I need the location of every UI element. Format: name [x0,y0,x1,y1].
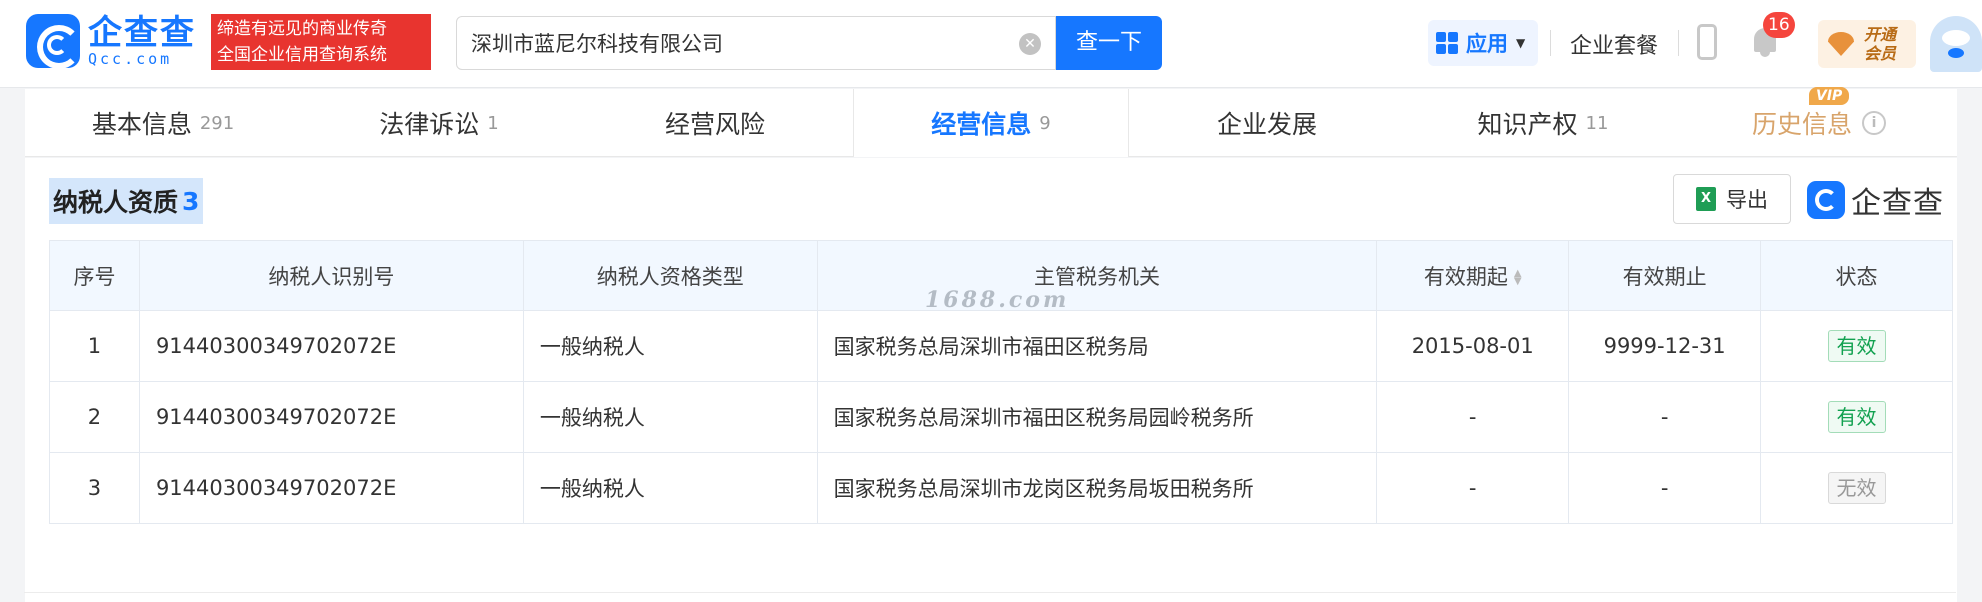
col-header-valid-from[interactable]: 有效期起 ▲ ▼ [1376,240,1570,311]
qcc-logo-icon [1807,181,1845,219]
header-divider [1550,30,1551,56]
col-header-qualification: 纳税人资格类型 [522,240,818,311]
open-vip-button[interactable]: 开通 会员 [1818,20,1916,68]
slogan-banner: 缔造有远见的商业传奇 全国企业信用查询系统 [211,14,431,70]
table-row: 2 91440300349702072E 一般纳税人 国家税务总局深圳市福田区税… [49,381,1953,453]
search-input[interactable] [457,17,997,69]
export-button[interactable]: X 导出 [1673,174,1791,224]
col-header-tax-authority: 主管税务机关 [816,240,1378,311]
enterprise-package-link[interactable]: 企业套餐 [1570,28,1658,60]
logo-name-cn: 企查查 [88,13,196,53]
excel-icon: X [1696,187,1716,211]
tab-basic-info[interactable]: 基本信息 291 [25,89,301,157]
qcc-logo[interactable]: 企查查 Qcc.com [26,13,196,69]
taxpayer-table: 序号 纳税人识别号 纳税人资格类型 主管税务机关 有效期起 ▲ ▼ 有效期止 状态 … [49,240,1953,524]
table-row: 1 91440300349702072E 一般纳税人 国家税务总局深圳市福田区税… [49,310,1953,382]
apps-menu-button[interactable]: 应用 ▼ [1428,20,1538,66]
user-avatar[interactable] [1930,16,1982,72]
section-count: 3 [182,186,200,216]
search-box: ✕ [456,16,1056,70]
vip-heart-icon [1828,32,1854,56]
status-badge: 有效 [1827,401,1886,433]
qcc-brand-mark: 企查查 [1807,178,1944,222]
vip-line-1: 开通 [1864,25,1897,44]
caret-down-icon: ▼ [1516,36,1526,50]
tab-ip[interactable]: 知识产权 11 [1405,89,1681,157]
col-header-status: 状态 [1760,240,1953,311]
watermark-text: 1688.com [925,287,1070,313]
tab-development[interactable]: 企业发展 [1129,89,1405,157]
sort-icon[interactable]: ▲ ▼ [1514,268,1522,286]
logo-name-en: Qcc.com [88,50,173,68]
table-row: 3 91440300349702072E 一般纳税人 国家税务总局深圳市龙岗区税… [49,452,1953,524]
col-header-index: 序号 [49,240,140,311]
info-tabs: 基本信息 291 法律诉讼 1 经营风险 经营信息 9 企业发展 知识产权 11 历史信… [25,87,1957,157]
slogan-line-1: 缔造有远见的商业传奇 [217,19,387,39]
clear-icon[interactable]: ✕ [1019,33,1041,55]
status-badge: 无效 [1827,472,1886,504]
vip-tag: VIP [1809,87,1850,105]
taxpayer-panel: 纳税人资质 3 X 导出 企查查 序号 纳税人识别号 纳税人资格类型 主管税务机关… [25,158,1957,602]
tab-operation-info[interactable]: 经营信息 9 [853,89,1129,157]
vip-line-2: 会员 [1864,44,1897,63]
apps-grid-icon [1436,32,1458,54]
tab-risk[interactable]: 经营风险 [577,89,853,157]
tab-history[interactable]: 历史信息 i VIP [1681,87,1957,157]
bottom-divider [24,592,1956,593]
header-divider [1678,30,1679,56]
section-title: 纳税人资质 3 [49,178,204,224]
col-header-valid-to: 有效期止 [1568,240,1762,311]
info-icon[interactable]: i [1862,111,1886,135]
slogan-line-2: 全国企业信用查询系统 [217,45,387,65]
search-button[interactable]: 查一下 [1056,16,1162,70]
qcc-logo-icon [26,14,81,69]
tab-legal[interactable]: 法律诉讼 1 [301,89,577,157]
top-header: 企查查 Qcc.com 缔造有远见的商业传奇 全国企业信用查询系统 ✕ 查一下 … [0,0,1982,88]
status-badge: 有效 [1827,330,1886,362]
notification-badge: 16 [1763,12,1795,38]
apps-label: 应用 [1466,32,1508,56]
mobile-phone-icon[interactable] [1697,24,1717,60]
col-header-taxpayer-id: 纳税人识别号 [138,240,524,311]
